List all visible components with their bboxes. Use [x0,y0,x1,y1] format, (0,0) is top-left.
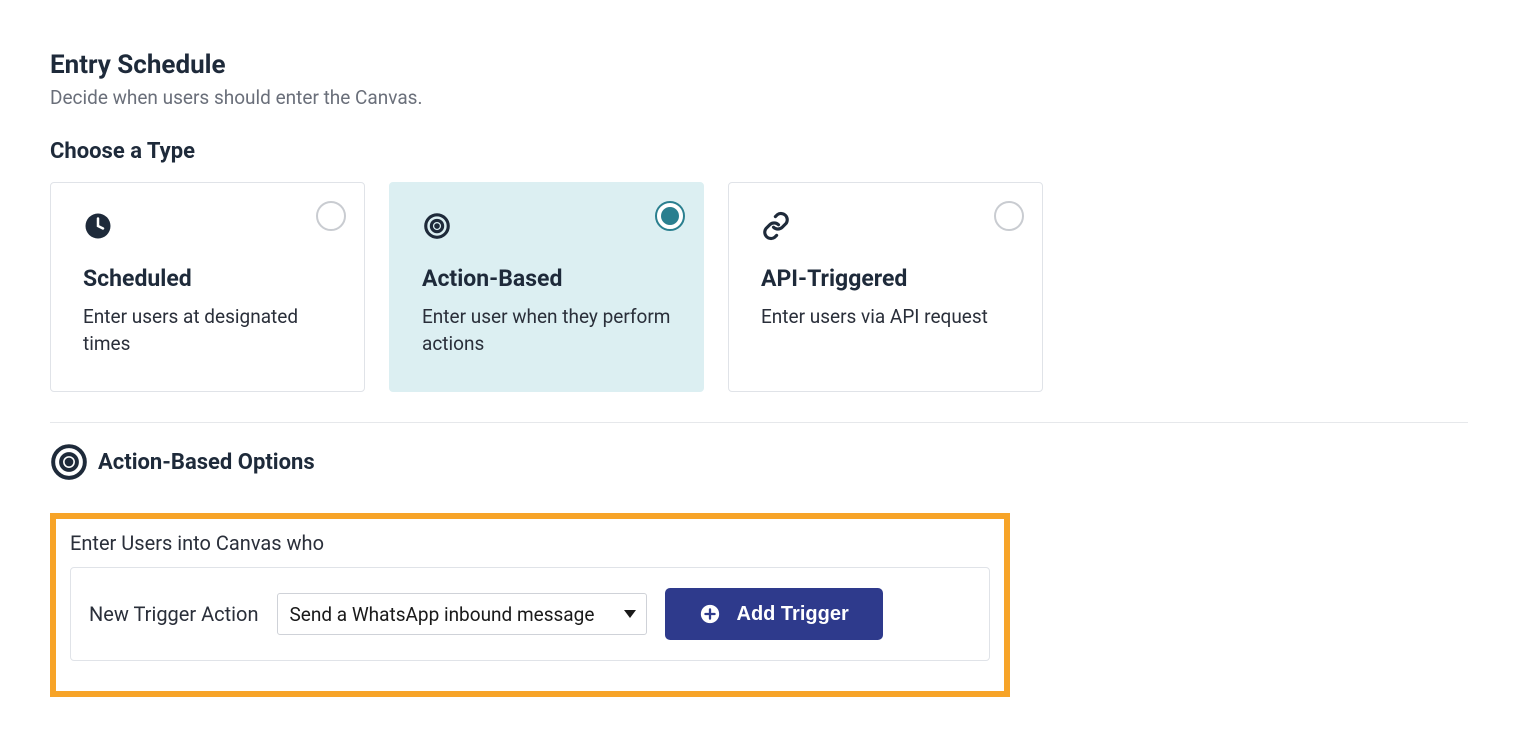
add-trigger-button[interactable]: Add Trigger [665,588,883,640]
card-title-api-triggered: API-Triggered [761,265,1010,292]
chevron-down-icon [624,610,636,618]
add-trigger-label: Add Trigger [737,603,849,626]
radio-scheduled[interactable] [316,201,346,231]
trigger-row: New Trigger Action Send a WhatsApp inbou… [70,567,990,661]
action-based-options-box: Enter Users into Canvas who New Trigger … [50,513,1010,697]
type-card-scheduled[interactable]: Scheduled Enter users at designated time… [50,182,365,392]
choose-type-heading: Choose a Type [50,139,1468,164]
clock-icon [83,211,113,241]
page-title: Entry Schedule [50,50,1468,80]
type-card-group: Scheduled Enter users at designated time… [50,182,1468,392]
section-divider [50,422,1468,423]
options-header-label: Action-Based Options [98,450,315,475]
page-subtitle: Decide when users should enter the Canva… [50,86,1468,109]
options-header: Action-Based Options [50,443,1468,481]
link-icon [761,211,791,241]
radio-action-based[interactable] [655,201,685,231]
type-card-action-based[interactable]: Action-Based Enter user when they perfor… [389,182,704,392]
card-description-api-triggered: Enter users via API request [761,304,1010,331]
card-title-action-based: Action-Based [422,265,671,292]
type-card-api-triggered[interactable]: API-Triggered Enter users via API reques… [728,182,1043,392]
enter-users-label: Enter Users into Canvas who [70,531,990,555]
target-icon [422,211,452,241]
trigger-select-value: Send a WhatsApp inbound message [290,603,616,626]
trigger-action-select[interactable]: Send a WhatsApp inbound message [277,593,647,635]
card-description-action-based: Enter user when they perform actions [422,304,671,357]
radio-api-triggered[interactable] [994,201,1024,231]
card-description-scheduled: Enter users at designated times [83,304,332,357]
card-title-scheduled: Scheduled [83,265,332,292]
plus-circle-icon [699,603,721,625]
target-icon [50,443,88,481]
trigger-action-label: New Trigger Action [89,602,259,626]
